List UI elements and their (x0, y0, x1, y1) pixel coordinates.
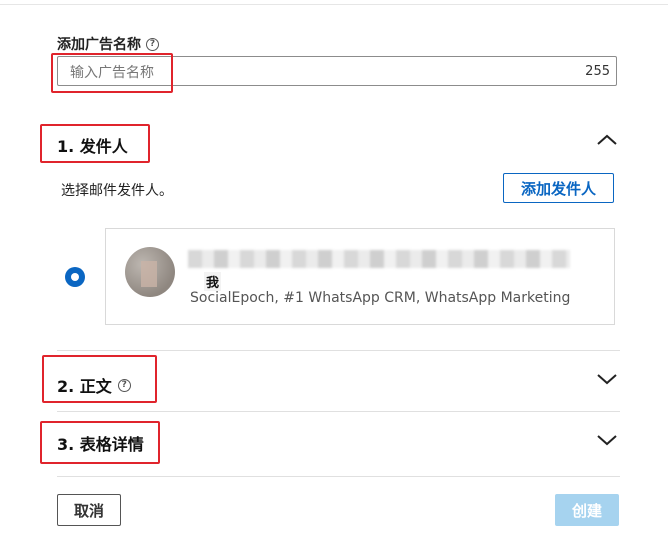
sender-name-blurred (188, 250, 570, 268)
top-divider (0, 4, 668, 5)
section-sender-header[interactable]: 1. 发件人 (57, 133, 128, 157)
section-form-details-header[interactable]: 3. 表格详情 (57, 431, 144, 455)
me-tag: 我 (204, 272, 222, 291)
section-divider (57, 411, 620, 412)
section-body-header[interactable]: 2. 正文 ? (57, 373, 131, 397)
avatar (125, 247, 175, 297)
create-button[interactable]: 创建 (555, 494, 619, 526)
question-circle-icon[interactable]: ? (117, 378, 131, 392)
section-divider (57, 476, 620, 477)
chevron-down-icon[interactable] (595, 432, 619, 448)
radio-selected-icon[interactable] (65, 267, 85, 287)
ad-name-input[interactable] (68, 62, 572, 84)
char-limit-counter: 255 (585, 64, 610, 79)
cancel-button[interactable]: 取消 (57, 494, 121, 526)
ad-name-field[interactable]: 255 (57, 56, 617, 86)
chevron-up-icon[interactable] (595, 132, 619, 148)
add-sender-button[interactable]: 添加发件人 (503, 173, 614, 203)
section-divider (57, 350, 620, 351)
chevron-down-icon[interactable] (595, 371, 619, 387)
question-circle-icon[interactable]: ? (146, 37, 159, 51)
section-form-details-title: 3. 表格详情 (57, 435, 144, 454)
section-body-title: 2. 正文 (57, 377, 112, 396)
sender-headline: SocialEpoch, #1 WhatsApp CRM, WhatsApp M… (190, 290, 571, 306)
sender-card[interactable] (105, 228, 615, 325)
ad-name-label: 添加广告名称 ? (57, 34, 159, 54)
section-sender-title: 1. 发件人 (57, 137, 128, 156)
sender-hint: 选择邮件发件人。 (61, 183, 173, 199)
ad-name-label-text: 添加广告名称 (57, 37, 141, 53)
